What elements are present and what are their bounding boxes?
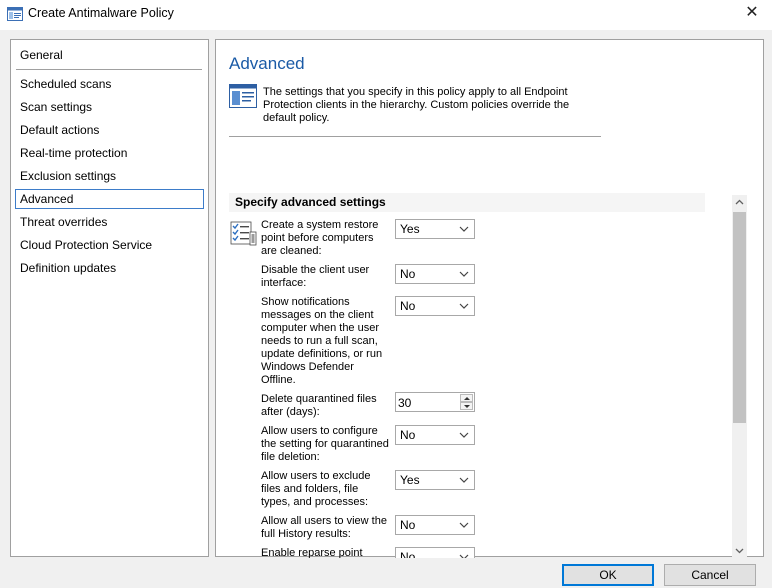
restore-point-dropdown[interactable]: Yes: [395, 219, 475, 239]
days-input[interactable]: [398, 395, 456, 410]
setting-label-reparse-point: Enable reparse point: [261, 547, 363, 558]
window-title: Create Antimalware Policy: [28, 6, 174, 20]
chevron-down-icon: [458, 551, 470, 558]
chevron-down-icon: [458, 519, 470, 531]
chevron-down-icon: [458, 474, 470, 486]
advanced-settings-panel: Advanced The settings that you specify i…: [215, 39, 764, 558]
nav-item-advanced[interactable]: Advanced: [15, 189, 204, 209]
chevron-down-icon: [458, 429, 470, 441]
settings-navigation: General Scheduled scans Scan settings De…: [10, 39, 209, 557]
nav-item-scheduled-scans[interactable]: Scheduled scans: [15, 74, 204, 94]
setting-label-user-exclusions: Allow users to exclude files and folders…: [261, 470, 371, 508]
chevron-down-icon: [458, 223, 470, 235]
nav-item-general[interactable]: General: [15, 45, 204, 65]
cancel-button[interactable]: Cancel: [664, 564, 756, 586]
dropdown-value: No: [400, 518, 416, 532]
dropdown-value: No: [400, 267, 416, 281]
nav-item-real-time-protection[interactable]: Real-time protection: [15, 143, 204, 163]
nav-separator: [16, 69, 202, 70]
settings-checklist-icon: [230, 220, 258, 246]
increment-button[interactable]: [460, 394, 473, 402]
history-results-dropdown[interactable]: No: [395, 515, 475, 535]
policy-info-text: The settings that you specify in this po…: [263, 86, 570, 124]
section-header: Specify advanced settings: [229, 193, 705, 212]
setting-label-restore-point: Create a system restore point before com…: [261, 219, 379, 257]
chevron-down-icon: [458, 268, 470, 280]
dropdown-value: Yes: [400, 473, 420, 487]
divider: [229, 136, 601, 137]
configure-quarantine-dropdown[interactable]: No: [395, 425, 475, 445]
delete-quarantined-days-stepper[interactable]: [395, 392, 475, 412]
scroll-down-icon[interactable]: [732, 543, 747, 558]
show-notifications-dropdown[interactable]: No: [395, 296, 475, 316]
disable-ui-dropdown[interactable]: No: [395, 264, 475, 284]
setting-label-history-results: Allow all users to view the full History…: [261, 515, 387, 540]
settings-list: Specify advanced settings Create a syste…: [229, 193, 719, 558]
nav-item-scan-settings[interactable]: Scan settings: [15, 97, 204, 117]
decrement-button[interactable]: [460, 402, 473, 410]
policy-window-icon: [7, 7, 23, 21]
scroll-up-icon[interactable]: [732, 195, 747, 210]
nav-item-default-actions[interactable]: Default actions: [15, 120, 204, 140]
scrollbar-thumb[interactable]: [733, 212, 746, 423]
title-bar: Create Antimalware Policy ✕: [0, 0, 772, 30]
ok-button[interactable]: OK: [562, 564, 654, 586]
close-icon[interactable]: ✕: [740, 2, 764, 24]
setting-label-show-notifications: Show notifications messages on the clien…: [261, 296, 383, 386]
settings-scrollbar[interactable]: [732, 195, 747, 558]
nav-item-threat-overrides[interactable]: Threat overrides: [15, 212, 204, 232]
nav-item-exclusion-settings[interactable]: Exclusion settings: [15, 166, 204, 186]
chevron-down-icon: [458, 300, 470, 312]
dropdown-value: No: [400, 428, 416, 442]
setting-label-delete-quarantined: Delete quarantined files after (days):: [261, 393, 377, 418]
user-exclusions-dropdown[interactable]: Yes: [395, 470, 475, 490]
policy-document-icon: [229, 84, 257, 108]
setting-label-configure-quarantine: Allow users to configure the setting for…: [261, 425, 389, 463]
reparse-point-dropdown[interactable]: No: [395, 547, 475, 558]
setting-label-disable-ui: Disable the client user interface:: [261, 264, 370, 289]
dropdown-value: Yes: [400, 222, 420, 236]
page-title: Advanced: [229, 54, 305, 73]
nav-item-cloud-protection-service[interactable]: Cloud Protection Service: [15, 235, 204, 255]
nav-item-definition-updates[interactable]: Definition updates: [15, 258, 204, 278]
dropdown-value: No: [400, 550, 416, 558]
dropdown-value: No: [400, 299, 416, 313]
